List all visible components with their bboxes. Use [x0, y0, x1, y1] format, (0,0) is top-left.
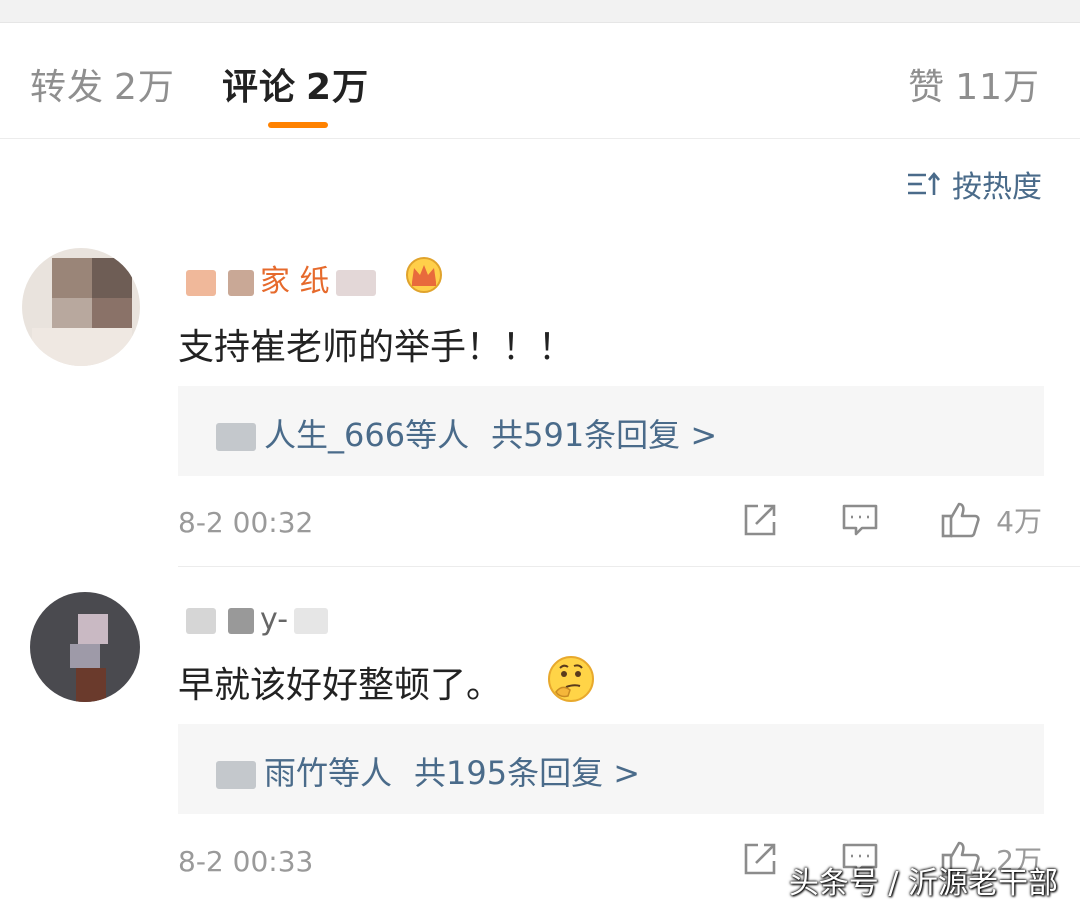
tab-like-label: 赞 [908, 67, 946, 108]
reply-total: 共591条回复 > [491, 416, 718, 454]
comment-time: 8-2 00:32 [178, 506, 314, 539]
username-text: y- [260, 602, 289, 637]
tab-comment-label: 评论 [222, 67, 297, 108]
reply-users: 雨竹等人 [264, 754, 393, 792]
reply-summary: 人生_666等人 共591条回复 > [208, 410, 717, 456]
sort-icon [908, 171, 940, 195]
repost-button[interactable] [740, 839, 780, 879]
divider [178, 566, 1080, 567]
reply-users: 人生_666等人 [264, 416, 470, 454]
tab-repost[interactable]: 转发 2万 [30, 58, 175, 110]
tab-repost-count: 2万 [114, 67, 175, 108]
avatar[interactable] [22, 248, 140, 366]
active-tab-indicator [268, 122, 328, 128]
like-button[interactable]: 4万 [940, 500, 1042, 540]
comment-text: 早就该好好整顿了。 [178, 665, 503, 706]
tab-like-count: 11万 [955, 67, 1040, 108]
sort-button[interactable]: 按热度 [906, 164, 1042, 205]
thinking-emoji-icon [548, 656, 594, 702]
reply-preview[interactable]: 人生_666等人 共591条回复 > [178, 386, 1044, 476]
comment-icon [842, 504, 878, 536]
crown-badge-icon [406, 257, 442, 293]
tab-like[interactable]: 赞 11万 [908, 58, 1040, 110]
top-strip [0, 0, 1080, 23]
comment-actions: 4万 [680, 500, 1042, 540]
username[interactable]: y- [180, 602, 334, 637]
tab-bar: 转发 2万 评论 2万 赞 11万 [0, 24, 1080, 139]
share-icon [744, 504, 776, 536]
comment-time: 8-2 00:33 [178, 845, 314, 878]
reply-summary: 雨竹等人 共195条回复 > [208, 748, 640, 794]
reply-total: 共195条回复 > [414, 754, 641, 792]
reply-preview[interactable]: 雨竹等人 共195条回复 > [178, 724, 1044, 814]
watermark: 头条号 / 沂源老干部 [788, 866, 1058, 901]
sort-label: 按热度 [952, 170, 1042, 205]
blurred-avatar [216, 761, 256, 789]
repost-button[interactable] [740, 500, 780, 540]
reply-button[interactable] [840, 500, 880, 540]
tab-comment[interactable]: 评论 2万 [222, 58, 369, 110]
username[interactable]: 家 纸 [180, 256, 382, 300]
comment-text: 支持崔老师的举手！！！ [178, 327, 575, 368]
tab-comment-count: 2万 [306, 67, 370, 108]
avatar[interactable] [30, 592, 140, 702]
like-count: 4万 [996, 505, 1042, 538]
share-icon [744, 843, 776, 875]
username-text: 家 纸 [260, 264, 330, 299]
blurred-avatar [216, 423, 256, 451]
thumbs-up-icon [941, 502, 980, 538]
tab-repost-label: 转发 [30, 67, 105, 108]
